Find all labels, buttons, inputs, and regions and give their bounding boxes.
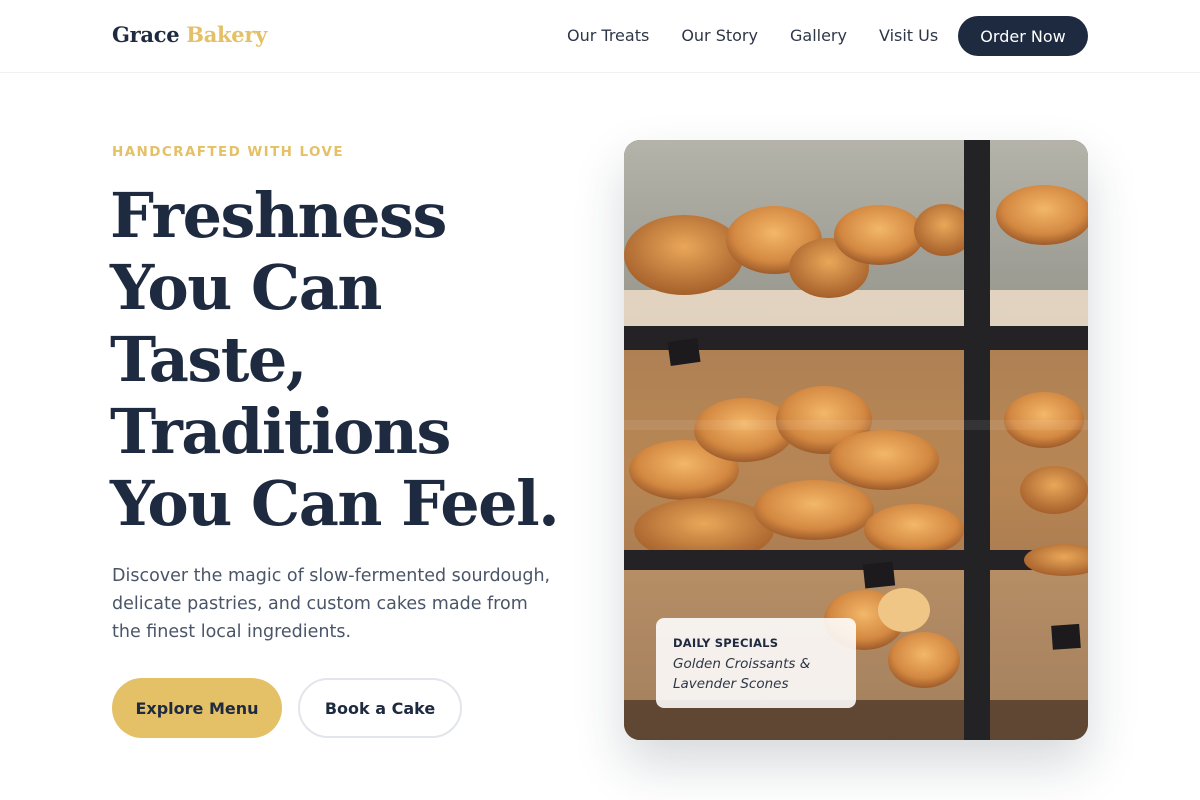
hero-eyebrow: HANDCRAFTED WITH LOVE [112,144,344,160]
hero-description: Discover the magic of slow-fermented sou… [112,566,551,642]
daily-specials-title: DAILY SPECIALS [673,636,779,650]
headline-line: Freshness [110,179,447,252]
logo-primary: Grace [112,22,180,47]
logo-accent: Bakery [186,22,268,47]
daily-specials-text: Golden Croissants & Lavender Scones [673,656,811,692]
site-logo[interactable]: Grace Bakery [112,22,267,47]
nav-our-treats[interactable]: Our Treats [567,26,649,45]
site-header: Grace Bakery Our Treats Our Story Galler… [0,0,1200,73]
nav-gallery[interactable]: Gallery [790,26,847,45]
main-nav: Our Treats Our Story Gallery Visit Us [567,26,970,45]
order-now-button[interactable]: Order Now [958,16,1088,56]
hero-headline: Freshness You Can Taste, Traditions You … [110,180,590,540]
headline-line: You Can Feel. [110,467,560,540]
daily-specials-card: DAILY SPECIALS Golden Croissants & Laven… [656,618,856,708]
explore-menu-button[interactable]: Explore Menu [112,678,282,738]
book-cake-button[interactable]: Book a Cake [298,678,462,738]
headline-line: You Can [110,251,382,324]
bakery-display-image: DAILY SPECIALS Golden Croissants & Laven… [624,140,1088,740]
nav-our-story[interactable]: Our Story [681,26,758,45]
headline-line: Taste, [110,323,307,396]
nav-visit-us[interactable]: Visit Us [879,26,938,45]
headline-line: Traditions [110,395,451,468]
